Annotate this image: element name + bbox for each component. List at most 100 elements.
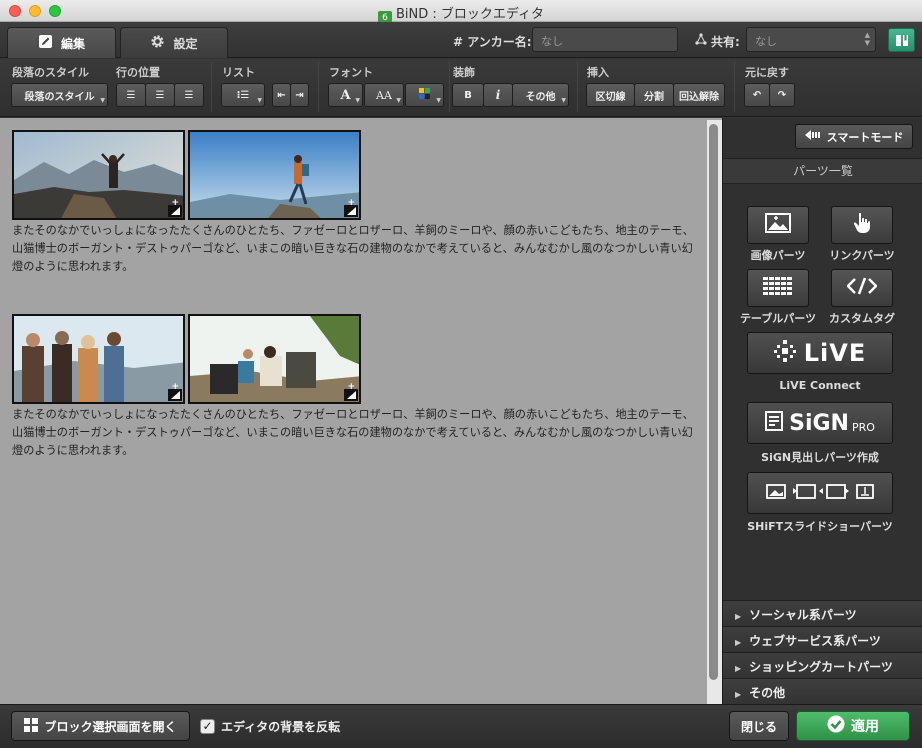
bottom-bar: ブロック選択画面を開く ✓ エディタの背景を反転 閉じる 適用 bbox=[0, 704, 922, 748]
decoration-label: 装飾 bbox=[453, 66, 475, 79]
hiking-group-photo bbox=[14, 316, 183, 402]
triangle-right-icon: ▶ bbox=[735, 690, 742, 699]
code-tag-icon bbox=[846, 277, 878, 299]
live-connect-label: LiVE Connect bbox=[779, 379, 861, 392]
accordion-label: ソーシャル系パーツ bbox=[749, 608, 857, 622]
divider bbox=[211, 62, 212, 112]
apply-label: 適用 bbox=[851, 719, 879, 735]
wrap-clear-button[interactable]: 回込解除 bbox=[673, 83, 725, 107]
tab-settings[interactable]: 設定 bbox=[120, 27, 228, 58]
decoration-other-label: その他 bbox=[525, 91, 556, 103]
share-select[interactable]: なし ▲ ▼ bbox=[746, 27, 876, 52]
window-title-text: BiND : ブロックエディタ bbox=[396, 7, 544, 22]
block-editor-window: 6 BiND : ブロックエディタ 編集 設定 # アンカー名: なし 共有: な… bbox=[0, 0, 922, 748]
insert-divider-button[interactable]: 区切線 bbox=[586, 83, 635, 107]
sign-label: SiGN見出しパーツ作成 bbox=[761, 451, 879, 464]
invert-background-checkbox[interactable]: ✓ bbox=[200, 719, 215, 734]
font-case-icon: AA bbox=[376, 88, 392, 102]
paragraph-style-label: 段落のスタイル bbox=[12, 66, 89, 79]
shift-slideshow-label: SHiFTスライドショーパーツ bbox=[747, 520, 893, 533]
editor-canvas[interactable]: + + またそのなかでいっしょになったたくさんのひとたち、ファゼーロとロザーロ、… bbox=[0, 118, 722, 704]
image-part[interactable]: + bbox=[188, 130, 361, 220]
image-part[interactable]: + bbox=[12, 314, 185, 404]
shift-slideshow-button[interactable] bbox=[747, 472, 893, 514]
triangle-right-icon: ▶ bbox=[735, 638, 742, 647]
split-button[interactable]: 分割 bbox=[634, 83, 674, 107]
triangle-right-icon: ▶ bbox=[735, 612, 742, 621]
align-center-button[interactable]: ☰ bbox=[145, 83, 175, 107]
outdent-icon: ⇤ bbox=[277, 89, 286, 101]
back-arrow-icon bbox=[804, 130, 821, 143]
sign-button[interactable]: SiGN PRO bbox=[747, 402, 893, 444]
redo-icon: ↷ bbox=[777, 89, 787, 101]
hand-pointer-icon bbox=[853, 212, 871, 238]
book-icon[interactable] bbox=[888, 28, 915, 52]
align-center-icon: ☰ bbox=[155, 89, 165, 101]
invert-background-label: エディタの背景を反転 bbox=[221, 720, 341, 734]
align-left-button[interactable]: ☰ bbox=[116, 83, 146, 107]
live-connect-button[interactable]: LiVE bbox=[747, 332, 893, 374]
accordion-label: ウェブサービス系パーツ bbox=[749, 634, 881, 648]
resize-handle-icon[interactable] bbox=[168, 205, 182, 217]
scrollbar-thumb[interactable] bbox=[709, 124, 718, 680]
triangle-right-icon: ▶ bbox=[735, 664, 742, 673]
anchor-name-input[interactable]: なし bbox=[532, 27, 678, 52]
image-parts-button[interactable] bbox=[747, 206, 809, 244]
accordion-social-parts[interactable]: ▶ ソーシャル系パーツ bbox=[723, 600, 922, 626]
paragraph-style-dropdown[interactable]: 段落のスタイル ▼ bbox=[11, 83, 108, 107]
custom-tag-label: カスタムタグ bbox=[829, 312, 895, 325]
undo-button[interactable]: ↶ bbox=[744, 83, 770, 107]
list-style-dropdown[interactable]: ⁝☰ ▼ bbox=[221, 83, 265, 107]
paragraph-text[interactable]: またそのなかでいっしょになったたくさんのひとたち、ファゼーロとロザーロ、羊飼のミ… bbox=[12, 222, 702, 276]
close-button[interactable]: 閉じる bbox=[729, 711, 789, 741]
italic-button[interactable]: i bbox=[483, 83, 513, 107]
resize-handle-icon[interactable] bbox=[344, 205, 358, 217]
bold-button[interactable]: B bbox=[452, 83, 484, 107]
grid-icon bbox=[24, 717, 39, 735]
image-part[interactable]: + bbox=[12, 130, 185, 220]
outdent-button[interactable]: ⇤ bbox=[272, 83, 291, 107]
open-block-select-button[interactable]: ブロック選択画面を開く bbox=[11, 711, 190, 741]
font-size-icon: A bbox=[340, 87, 351, 103]
font-case-dropdown[interactable]: AA ▼ bbox=[364, 83, 404, 107]
chevron-down-icon: ▼ bbox=[355, 97, 360, 104]
invert-background-option[interactable]: ✓ エディタの背景を反転 bbox=[200, 718, 340, 735]
image-part[interactable]: + bbox=[188, 314, 361, 404]
undo-icon: ↶ bbox=[752, 89, 762, 101]
table-parts-button[interactable] bbox=[747, 269, 809, 307]
redo-button[interactable]: ↷ bbox=[769, 83, 795, 107]
smart-mode-button[interactable]: スマートモード bbox=[795, 124, 913, 149]
tab-edit[interactable]: 編集 bbox=[7, 27, 116, 58]
resize-handle-icon[interactable] bbox=[344, 389, 358, 401]
paragraph-text[interactable]: またそのなかでいっしょになったたくさんのひとたち、ファゼーロとロザーロ、羊飼のミ… bbox=[12, 406, 702, 460]
chevron-down-icon: ▼ bbox=[436, 97, 441, 104]
font-label: フォント bbox=[329, 66, 373, 79]
live-logo-text: LiVE bbox=[803, 339, 867, 367]
sign-logo-icon bbox=[765, 411, 784, 435]
image-parts-label: 画像パーツ bbox=[750, 249, 806, 262]
align-right-button[interactable]: ☰ bbox=[174, 83, 204, 107]
paragraph-style-value: 段落のスタイル bbox=[24, 91, 95, 103]
decoration-other-dropdown[interactable]: その他 ▼ bbox=[512, 83, 569, 107]
chevron-down-icon: ▼ bbox=[257, 97, 262, 104]
slideshow-icons bbox=[765, 482, 875, 504]
divider bbox=[318, 62, 319, 112]
indent-icon: ⇥ bbox=[295, 89, 304, 101]
align-left-icon: ☰ bbox=[126, 89, 136, 101]
link-parts-button[interactable] bbox=[831, 206, 893, 244]
accordion-shopping-cart-parts[interactable]: ▶ ショッピングカートパーツ bbox=[723, 652, 922, 678]
font-color-dropdown[interactable]: ▼ bbox=[405, 83, 444, 107]
format-toolbar: 段落のスタイル 段落のスタイル ▼ 行の位置 ☰ ☰ ☰ リスト ⁝☰ ▼ ⇤ ⇥ … bbox=[0, 59, 922, 117]
resize-handle-icon[interactable] bbox=[168, 389, 182, 401]
align-right-icon: ☰ bbox=[184, 89, 194, 101]
insert-label: 挿入 bbox=[587, 66, 609, 79]
font-size-dropdown[interactable]: A ▼ bbox=[328, 83, 363, 107]
sign-logo-sub: PRO bbox=[851, 420, 875, 434]
indent-button[interactable]: ⇥ bbox=[290, 83, 309, 107]
custom-tag-button[interactable] bbox=[831, 269, 893, 307]
accordion-webservice-parts[interactable]: ▶ ウェブサービス系パーツ bbox=[723, 626, 922, 652]
tab-settings-label: 設定 bbox=[173, 36, 198, 51]
accordion-other-parts[interactable]: ▶ その他 bbox=[723, 678, 922, 704]
insert-divider-label: 区切線 bbox=[595, 91, 626, 103]
apply-button[interactable]: 適用 bbox=[796, 711, 910, 741]
